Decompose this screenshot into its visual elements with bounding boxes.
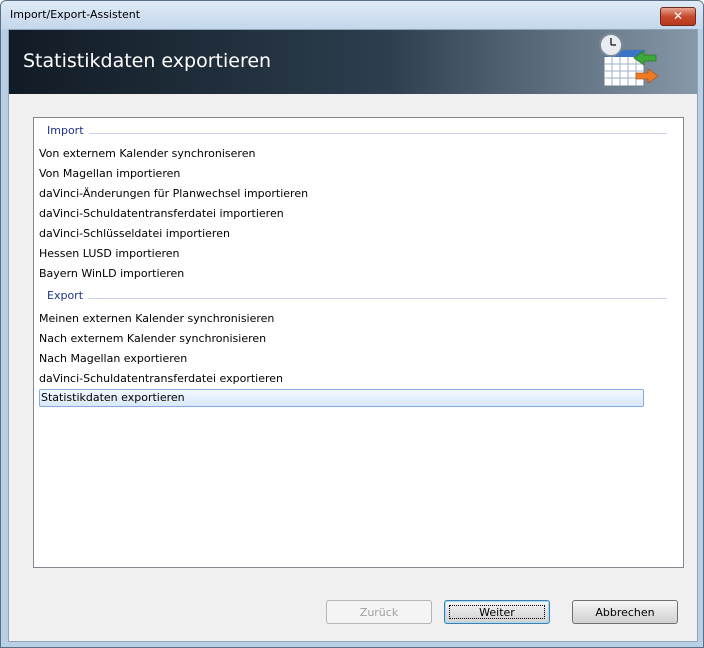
list-item-label: Hessen LUSD importieren [39, 247, 180, 260]
wizard-banner: Statistikdaten exportieren [9, 30, 697, 94]
group-header-import: Import [34, 124, 683, 140]
wizard-window: Import/Export-Assistent ✕ Statistikdaten… [0, 0, 704, 648]
list-item[interactable]: Bayern WinLD importieren [39, 265, 642, 282]
list-item-label: Bayern WinLD importieren [39, 267, 185, 280]
group-divider [88, 133, 667, 134]
list-item-label: Nach Magellan exportieren [39, 352, 188, 365]
list-item[interactable]: daVinci-Änderungen für Planwechsel impor… [39, 185, 642, 202]
list-item[interactable]: Meinen externen Kalender synchronisieren [39, 310, 642, 327]
list-item[interactable]: Von Magellan importieren [39, 165, 642, 182]
list-item-selected[interactable]: Statistikdaten exportieren [39, 389, 644, 407]
list-item[interactable]: Hessen LUSD importieren [39, 245, 642, 262]
list-item-label: daVinci-Schlüsseldatei importieren [39, 227, 230, 240]
next-button[interactable]: Weiter [444, 600, 550, 624]
list-item[interactable]: Nach externem Kalender synchronisieren [39, 330, 642, 347]
list-item-label: Nach externem Kalender synchronisieren [39, 332, 267, 345]
back-button[interactable]: Zurück [326, 600, 432, 624]
list-item[interactable]: daVinci-Schuldatentransferdatei exportie… [39, 370, 642, 387]
wizard-client-area: Statistikdaten exportieren Import Von ex… [8, 29, 698, 642]
page-title: Statistikdaten exportieren [23, 50, 272, 72]
window-title: Import/Export-Assistent [10, 8, 141, 21]
list-item-label: Von externem Kalender synchroniseren [39, 147, 256, 160]
list-item-label: daVinci-Änderungen für Planwechsel impor… [39, 187, 309, 200]
list-item[interactable]: daVinci-Schlüsseldatei importieren [39, 225, 642, 242]
group-label: Import [47, 124, 89, 137]
action-list[interactable]: Import Von externem Kalender synchronise… [33, 117, 684, 568]
group-label: Export [47, 289, 89, 302]
close-icon: ✕ [672, 9, 684, 23]
title-bar[interactable]: Import/Export-Assistent ✕ [1, 1, 703, 29]
list-item-label: daVinci-Schuldatentransferdatei importie… [39, 207, 284, 220]
list-item-label: Statistikdaten exportieren [41, 391, 185, 404]
list-item-label: daVinci-Schuldatentransferdatei exportie… [39, 372, 283, 385]
calendar-sync-icon [599, 33, 659, 87]
list-item-label: Von Magellan importieren [39, 167, 181, 180]
list-item-label: Meinen externen Kalender synchronisieren [39, 312, 275, 325]
list-item[interactable]: daVinci-Schuldatentransferdatei importie… [39, 205, 642, 222]
group-divider [88, 298, 667, 299]
list-item[interactable]: Nach Magellan exportieren [39, 350, 642, 367]
group-header-export: Export [34, 289, 683, 305]
cancel-button[interactable]: Abbrechen [572, 600, 678, 624]
focus-rectangle [449, 605, 545, 619]
close-button[interactable]: ✕ [660, 7, 696, 26]
list-item[interactable]: Von externem Kalender synchroniseren [39, 145, 642, 162]
